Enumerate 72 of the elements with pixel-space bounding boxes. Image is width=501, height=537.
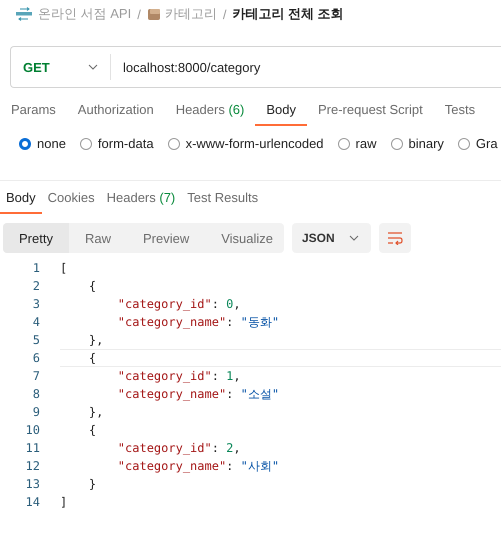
line-number: 14 <box>24 495 40 509</box>
line-number: 11 <box>24 441 40 455</box>
code-line: { <box>88 351 96 365</box>
method-dropdown[interactable]: GET <box>11 54 111 80</box>
body-type-radio[interactable]: binary <box>390 136 444 151</box>
code-line: ] <box>60 495 68 509</box>
request-title: 카테고리 전체 조회 <box>232 5 344 23</box>
wrap-icon <box>386 231 403 245</box>
body-type-radio[interactable]: form-data <box>80 136 154 151</box>
line-number: 9 <box>32 405 40 419</box>
body-type-radio[interactable]: Gra <box>458 136 498 151</box>
wrap-lines-button[interactable] <box>378 223 411 253</box>
chevron-down-icon <box>348 235 359 241</box>
line-number: 8 <box>32 387 40 401</box>
http-icon <box>16 7 32 21</box>
request-tab[interactable]: Headers (6) <box>164 96 256 126</box>
code-line: }, <box>88 405 104 419</box>
breadcrumb-separator: / <box>222 6 226 22</box>
format-dropdown[interactable]: JSON <box>292 223 371 253</box>
response-tab[interactable]: Test Results <box>181 184 264 214</box>
request-tab[interactable]: Authorization <box>66 96 165 126</box>
code-line: }, <box>88 333 104 347</box>
body-type-radio[interactable]: none <box>19 136 66 151</box>
code-line: "category_name": "동화" <box>116 314 280 330</box>
code-line: "category_name": "사회" <box>116 458 280 474</box>
request-tab[interactable]: Pre-request Script <box>306 96 434 126</box>
code-line: "category_name": "소설" <box>116 386 280 402</box>
radio-button[interactable] <box>390 138 402 150</box>
line-number: 6 <box>32 351 40 365</box>
code-line: [ <box>60 261 68 275</box>
radio-label: binary <box>408 136 444 151</box>
code-line: { <box>88 423 96 437</box>
line-number: 1 <box>32 261 40 275</box>
line-number: 3 <box>32 297 40 311</box>
breadcrumb-link[interactable]: 카테고리 <box>164 5 217 23</box>
line-number: 2 <box>32 279 40 293</box>
request-tab[interactable]: Body <box>255 96 307 126</box>
code-line: "category_id": 1, <box>116 369 241 383</box>
response-tab[interactable]: Cookies <box>42 184 101 214</box>
line-number: 12 <box>24 459 40 473</box>
line-number: 10 <box>24 423 40 437</box>
view-mode-tab[interactable]: Pretty <box>3 223 69 253</box>
radio-button[interactable] <box>168 138 180 150</box>
radio-label: Gra <box>476 136 498 151</box>
radio-label: raw <box>356 136 376 151</box>
chevron-down-icon <box>88 64 98 70</box>
breadcrumb-separator: / <box>137 6 141 22</box>
view-mode-tab[interactable]: Visualize <box>205 223 290 253</box>
url-field[interactable]: localhost:8000/category <box>111 60 260 74</box>
line-number: 4 <box>32 315 40 329</box>
view-mode-tab[interactable]: Preview <box>126 223 206 253</box>
request-tab[interactable]: Params <box>0 96 67 126</box>
code-line: "category_id": 2, <box>116 441 241 455</box>
radio-button[interactable] <box>19 138 31 150</box>
radio-button[interactable] <box>80 138 92 150</box>
radio-button[interactable] <box>458 138 470 150</box>
radio-button[interactable] <box>338 138 350 150</box>
response-tab[interactable]: Headers (7) <box>100 184 182 214</box>
view-mode-tab[interactable]: Raw <box>68 223 127 253</box>
request-tab[interactable]: Tests <box>434 96 486 126</box>
response-tab[interactable]: Body <box>0 184 42 214</box>
code-line: "category_id": 0, <box>116 297 241 311</box>
body-type-radio[interactable]: raw <box>338 136 376 151</box>
breadcrumb-link[interactable]: 온라인 서점 API <box>38 5 132 23</box>
code-line: { <box>88 279 96 293</box>
radio-label: none <box>37 136 66 151</box>
line-number: 13 <box>24 477 40 491</box>
line-number: 7 <box>32 369 40 383</box>
folder-icon <box>146 7 161 21</box>
code-line: } <box>88 477 96 491</box>
line-number: 5 <box>32 333 40 347</box>
radio-label: form-data <box>98 136 154 151</box>
